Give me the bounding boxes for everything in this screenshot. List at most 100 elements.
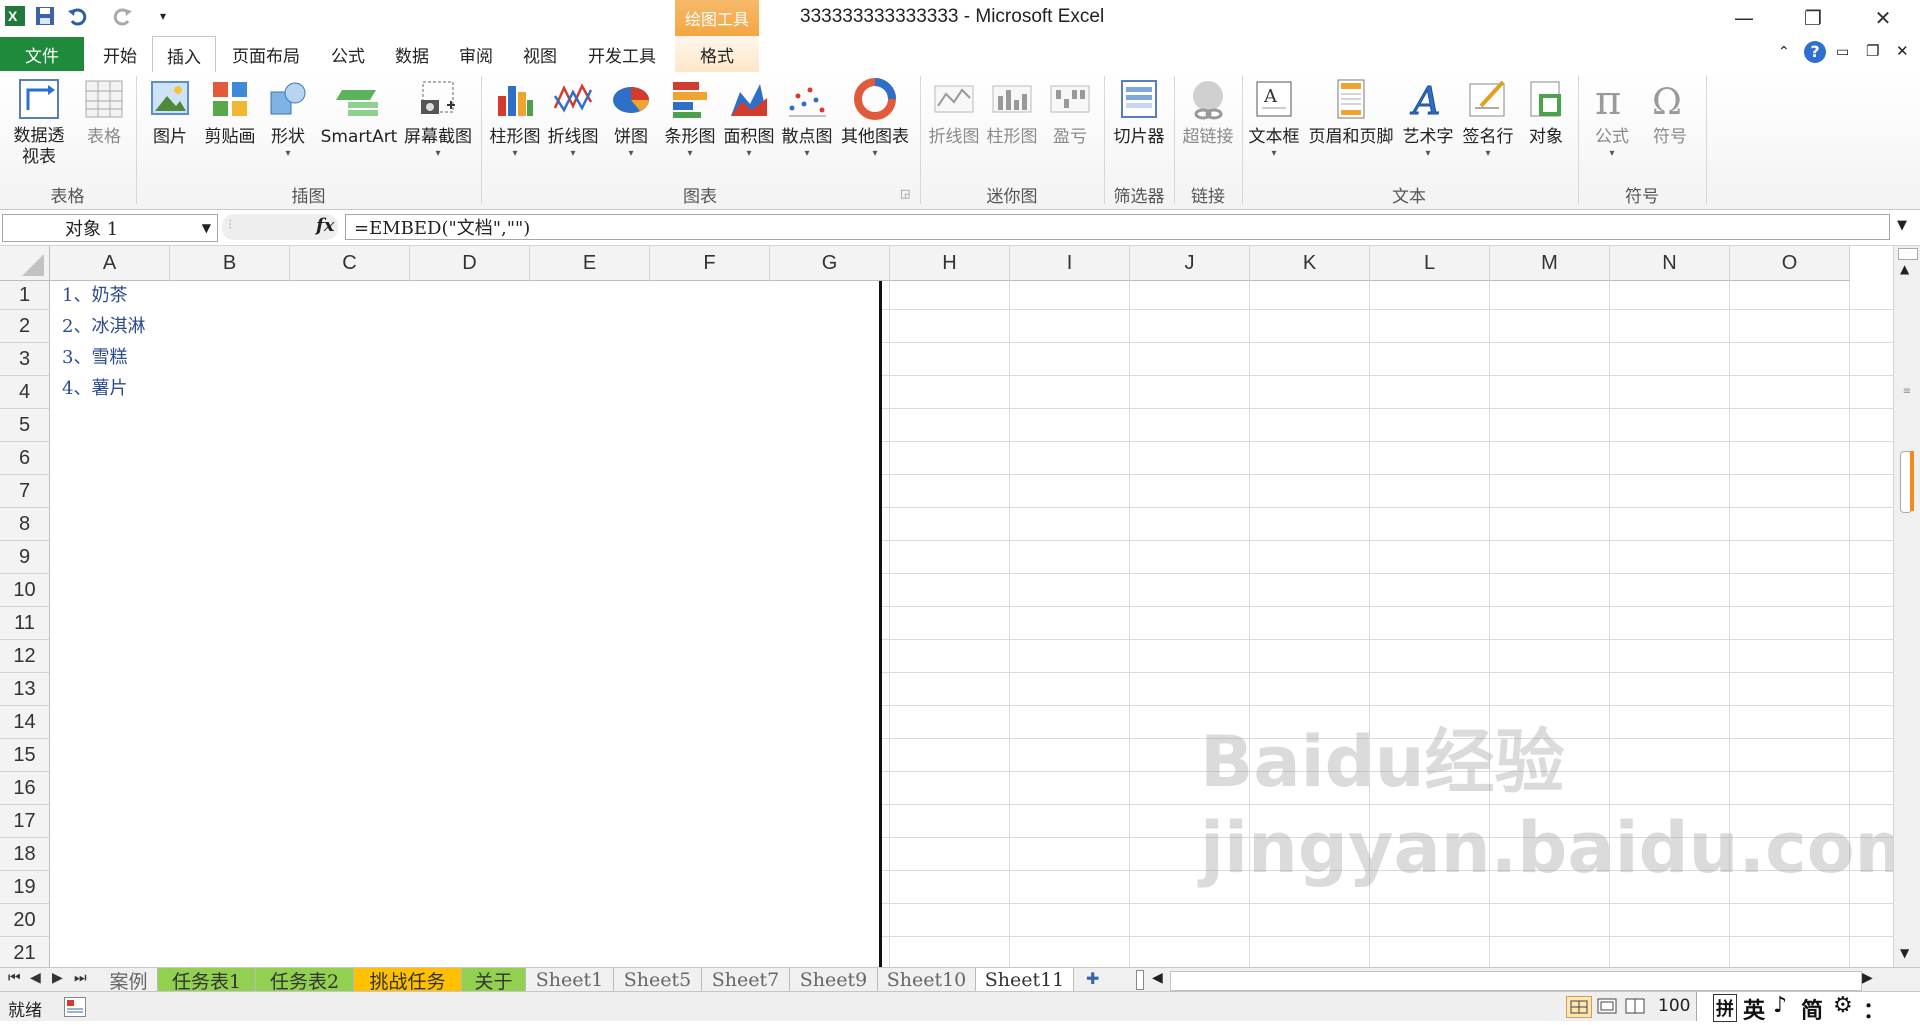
- insert-function-icon[interactable]: fx: [316, 215, 334, 236]
- signature-line-button[interactable]: 签名行 ▾: [1458, 76, 1518, 160]
- ime-punctuation-icon[interactable]: ♪: [1773, 993, 1787, 1018]
- tab-split-handle[interactable]: [1136, 970, 1144, 990]
- sheet-tab[interactable]: Sheet7: [702, 968, 790, 992]
- column-header[interactable]: F: [650, 246, 770, 281]
- horizontal-scrollbar[interactable]: [1170, 971, 1862, 991]
- macro-record-icon[interactable]: [64, 997, 86, 1017]
- column-header[interactable]: M: [1490, 246, 1610, 281]
- line-chart-button[interactable]: 折线图 ▾: [545, 76, 601, 160]
- pie-chart-button[interactable]: 饼图 ▾: [605, 76, 657, 160]
- row-header[interactable]: 3: [0, 343, 50, 376]
- symbol-button[interactable]: Ω 符号: [1644, 76, 1696, 148]
- row-header[interactable]: 21: [0, 937, 50, 967]
- normal-view-icon[interactable]: [1566, 996, 1592, 1018]
- last-sheet-icon[interactable]: ⏭: [74, 970, 87, 986]
- ime-english[interactable]: 英: [1743, 993, 1765, 1025]
- row-header[interactable]: 19: [0, 871, 50, 904]
- worksheet-grid[interactable]: ABCDEFGHIJKLMNO 1 2 3 4 5 6 7 8 9 10 11 12 13 14 15 16 1…: [0, 246, 1893, 967]
- ime-settings-icon[interactable]: ⚙: [1833, 993, 1853, 1018]
- row-header[interactable]: 4: [0, 376, 50, 409]
- slicer-button[interactable]: 切片器: [1108, 76, 1170, 148]
- scatter-chart-button[interactable]: 散点图 ▾: [779, 76, 835, 160]
- wordart-button[interactable]: A 艺术字 ▾: [1400, 76, 1456, 160]
- tab-format[interactable]: 格式: [675, 36, 759, 72]
- hyperlink-button[interactable]: 超链接: [1178, 76, 1238, 148]
- column-header[interactable]: C: [290, 246, 410, 281]
- sheet-tab[interactable]: Sheet9: [790, 968, 878, 992]
- help-icon[interactable]: ?: [1804, 41, 1826, 63]
- column-header[interactable]: G: [770, 246, 890, 281]
- tab-view[interactable]: 视图: [510, 36, 570, 72]
- sparkline-column-button[interactable]: 柱形图: [984, 76, 1040, 148]
- header-footer-button[interactable]: 页眉和页脚: [1304, 76, 1398, 148]
- column-header[interactable]: A: [50, 246, 170, 281]
- workbook-close-icon[interactable]: ✕: [1896, 42, 1909, 60]
- picture-button[interactable]: 图片: [144, 76, 196, 148]
- shapes-button[interactable]: 形状 ▾: [262, 76, 314, 160]
- row-header[interactable]: 13: [0, 673, 50, 706]
- row-header[interactable]: 5: [0, 409, 50, 442]
- column-header[interactable]: N: [1610, 246, 1730, 281]
- column-header[interactable]: L: [1370, 246, 1490, 281]
- tab-insert[interactable]: 插入: [152, 36, 216, 74]
- close-button[interactable]: ✕: [1860, 4, 1906, 32]
- next-sheet-icon[interactable]: ▶: [52, 970, 63, 986]
- save-icon[interactable]: [32, 3, 58, 29]
- screenshot-button[interactable]: 屏幕截图 ▾: [400, 76, 476, 160]
- column-header[interactable]: J: [1130, 246, 1250, 281]
- page-layout-view-icon[interactable]: [1596, 997, 1618, 1019]
- page-break-view-icon[interactable]: [1624, 997, 1646, 1019]
- scroll-down-icon[interactable]: ▼: [1900, 946, 1909, 960]
- sheet-tab[interactable]: 挑战任务: [354, 968, 462, 993]
- name-box-dropdown-icon[interactable]: ▼: [202, 221, 211, 235]
- column-header[interactable]: B: [170, 246, 290, 281]
- column-chart-button[interactable]: 柱形图 ▾: [487, 76, 543, 160]
- minimize-ribbon-icon[interactable]: ⌃: [1778, 44, 1790, 60]
- scroll-up-icon[interactable]: ▲: [1900, 262, 1909, 276]
- sheet-tab[interactable]: 关于: [462, 968, 526, 993]
- tab-home[interactable]: 开始: [90, 36, 150, 72]
- row-header[interactable]: 12: [0, 640, 50, 673]
- customize-qat-icon[interactable]: ▾: [150, 3, 176, 29]
- tab-formulas[interactable]: 公式: [318, 36, 378, 72]
- row-header[interactable]: 2: [0, 310, 50, 343]
- ime-more[interactable]: ：: [1863, 993, 1885, 1025]
- tab-page-layout[interactable]: 页面布局: [222, 36, 310, 72]
- sparkline-line-button[interactable]: 折线图: [926, 76, 982, 148]
- tab-file[interactable]: 文件: [0, 37, 84, 71]
- workbook-minimize-icon[interactable]: ▭: [1836, 44, 1849, 60]
- hscroll-left-icon[interactable]: ◀: [1152, 970, 1163, 986]
- column-header[interactable]: O: [1730, 246, 1850, 281]
- ime-pinyin[interactable]: 拼: [1713, 994, 1737, 1022]
- prev-sheet-icon[interactable]: ◀: [30, 970, 41, 986]
- row-header[interactable]: 20: [0, 904, 50, 937]
- redo-icon[interactable]: [110, 3, 136, 29]
- tab-review[interactable]: 审阅: [446, 36, 506, 72]
- row-header[interactable]: 17: [0, 805, 50, 838]
- name-box[interactable]: 对象 1 ▼: [2, 214, 218, 242]
- minimize-button[interactable]: —: [1721, 4, 1767, 32]
- row-header[interactable]: 1: [0, 281, 50, 310]
- hscroll-right-icon[interactable]: ▶: [1862, 970, 1873, 986]
- row-header[interactable]: 18: [0, 838, 50, 871]
- excel-app-icon[interactable]: X: [2, 3, 28, 29]
- sheet-tab[interactable]: Sheet1: [526, 968, 614, 992]
- other-charts-button[interactable]: 其他图表 ▾: [838, 76, 912, 160]
- clipart-button[interactable]: 剪贴画: [200, 76, 260, 148]
- vertical-scrollbar[interactable]: ▲ ≡ ▼: [1893, 246, 1920, 967]
- bar-chart-button[interactable]: 条形图 ▾: [661, 76, 719, 160]
- sheet-tab[interactable]: 任务表2: [256, 968, 354, 993]
- zoom-level[interactable]: 100: [1658, 996, 1690, 1016]
- row-header[interactable]: 11: [0, 607, 50, 640]
- column-header[interactable]: D: [410, 246, 530, 281]
- restore-button[interactable]: ❐: [1790, 4, 1836, 32]
- area-chart-button[interactable]: 面积图 ▾: [721, 76, 777, 160]
- row-header[interactable]: 9: [0, 541, 50, 574]
- sheet-tab[interactable]: 任务表1: [158, 968, 256, 993]
- sheet-tab[interactable]: Sheet10: [878, 968, 976, 992]
- sheet-tab[interactable]: Sheet11: [976, 968, 1074, 992]
- pivot-table-button[interactable]: 数据透视表: [6, 76, 72, 168]
- expand-formula-bar-icon[interactable]: ▼: [1897, 218, 1907, 233]
- tab-developer[interactable]: 开发工具: [574, 36, 670, 72]
- charts-dialog-launcher-icon[interactable]: ◲: [900, 187, 910, 200]
